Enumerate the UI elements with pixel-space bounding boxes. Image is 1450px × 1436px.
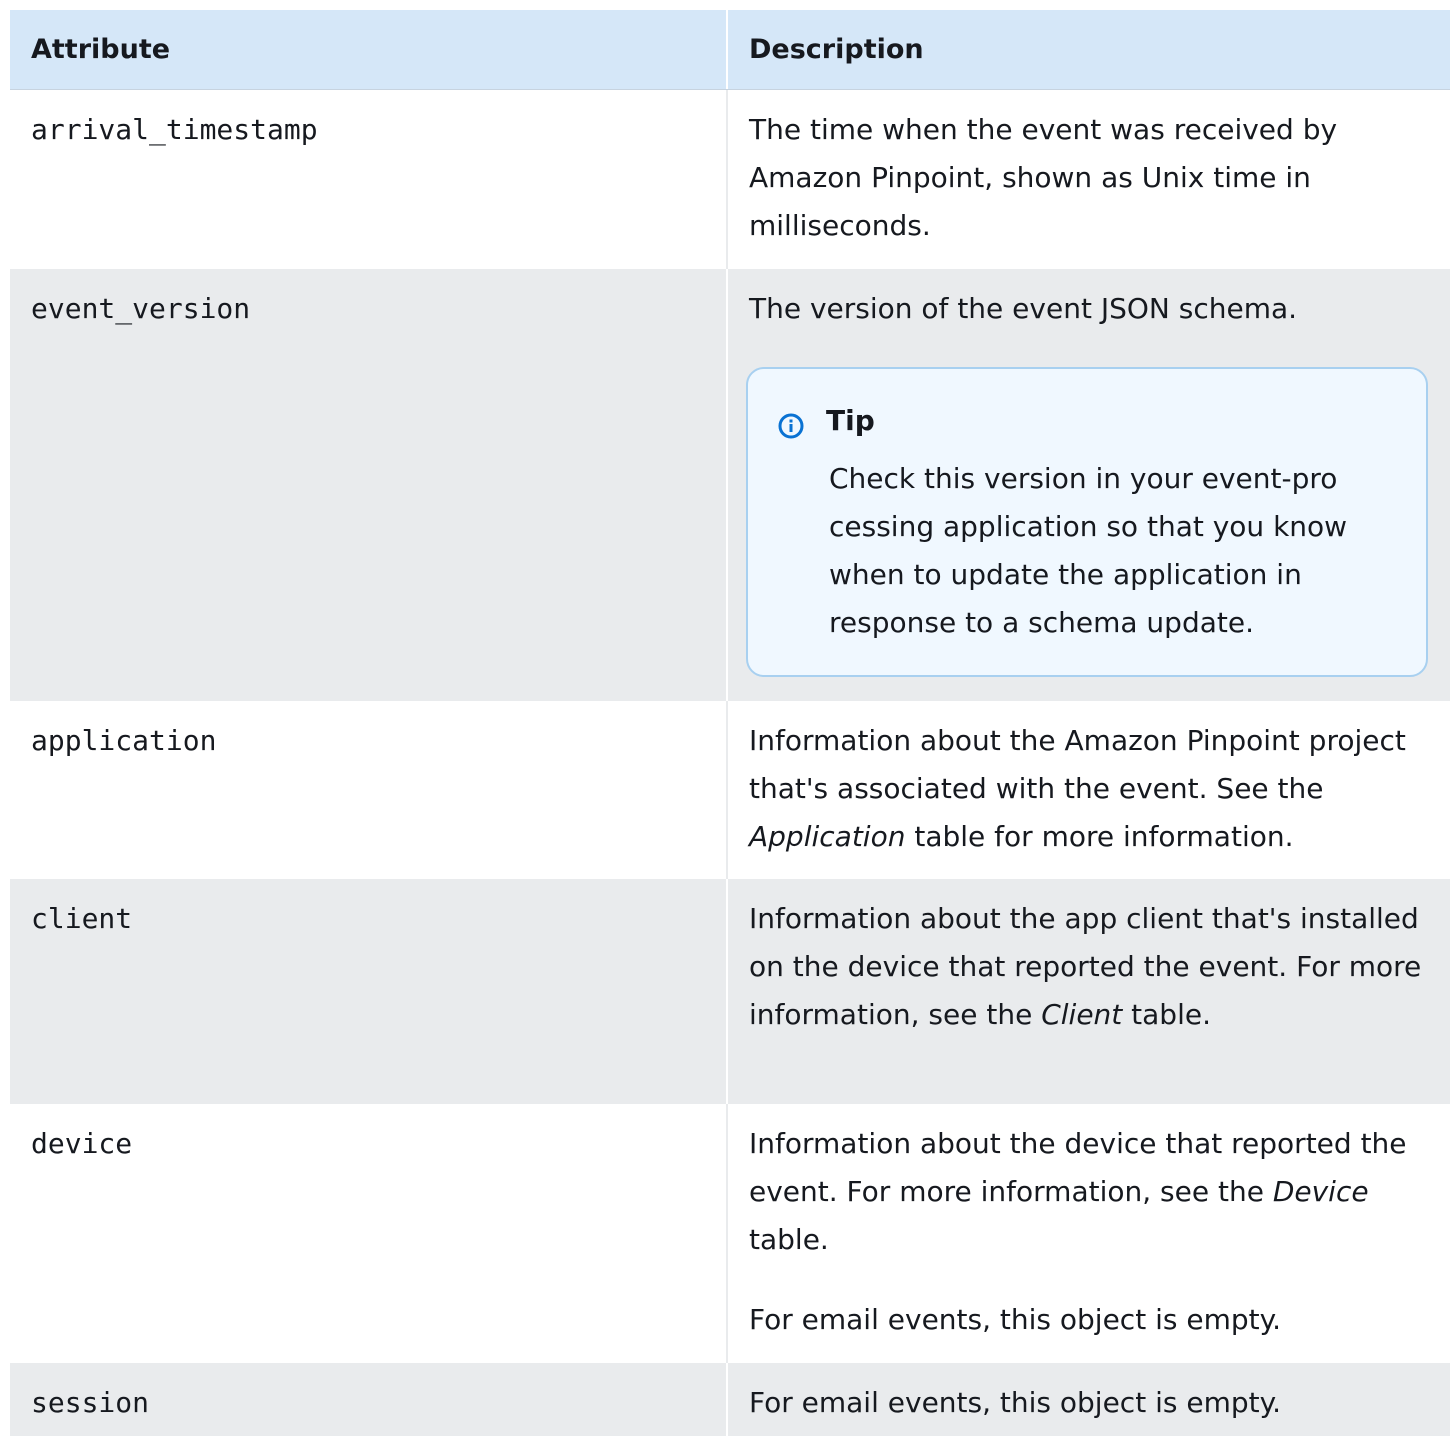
description-cell: The version of the event JSON schema. Ti…: [728, 269, 1450, 701]
attribute-cell: event_version: [10, 269, 728, 701]
description-cell: The time when the event was received by …: [728, 90, 1450, 269]
attribute-cell: arrival_timestamp: [10, 90, 728, 269]
description-text: Information about the Amazon Pinpoint pr…: [749, 724, 1406, 853]
table-reference: Application: [749, 820, 906, 853]
header-description: Description: [749, 34, 924, 65]
table-header-row: Attribute Description: [10, 10, 1450, 90]
description-cell: Information about the device that report…: [728, 1104, 1450, 1363]
attributes-table: Attribute Description arrival_timestamp …: [10, 10, 1450, 1436]
tip-title-row: Tip: [778, 399, 1396, 443]
description-text: The version of the event JSON schema.: [749, 292, 1298, 325]
attribute-cell: session: [10, 1363, 728, 1436]
attribute-cell: device: [10, 1104, 728, 1363]
table-row: client Information about the app client …: [10, 879, 1450, 1104]
table-reference: Device: [1272, 1175, 1369, 1208]
info-circle-icon: [778, 408, 804, 439]
description-text: The time when the event was received by …: [749, 113, 1338, 242]
description-cell: For email events, this object is empty.: [728, 1363, 1450, 1436]
tip-callout: Tip Check this version in your event-pro…: [746, 367, 1428, 677]
table-reference: Client: [1041, 998, 1123, 1031]
description-text: Information about the app client that's …: [749, 902, 1422, 1031]
description-cell: Information about the app client that's …: [728, 879, 1450, 1104]
tip-title: Tip: [826, 404, 875, 437]
table-row: event_version The version of the event J…: [10, 269, 1450, 701]
attribute-cell: application: [10, 701, 728, 879]
attribute-cell: client: [10, 879, 728, 1104]
description-cell: Information about the Amazon Pinpoint pr…: [728, 701, 1450, 879]
description-note: For email events, this object is empty.: [749, 1303, 1282, 1336]
table-row: device Information about the device that…: [10, 1104, 1450, 1363]
header-attribute: Attribute: [10, 10, 728, 89]
table-row: session For email events, this object is…: [10, 1363, 1450, 1436]
table-row: application Information about the Amazon…: [10, 701, 1450, 879]
description-text: For email events, this object is empty.: [749, 1386, 1282, 1419]
table-row: arrival_timestamp The time when the even…: [10, 90, 1450, 269]
description-text: Information about the device that report…: [749, 1127, 1407, 1256]
tip-text: Check this version in your event-pro ces…: [829, 462, 1348, 639]
